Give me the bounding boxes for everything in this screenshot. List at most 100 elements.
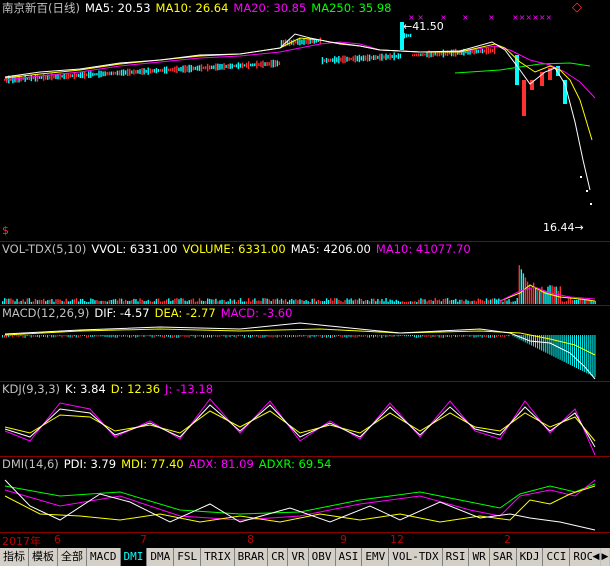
- volume-bar: [10, 298, 12, 304]
- tab-rsi[interactable]: RSI: [442, 548, 470, 566]
- candle: [358, 54, 361, 63]
- candle: [280, 40, 283, 47]
- volume-bar: [221, 299, 223, 304]
- candle: [356, 55, 358, 62]
- macd-bar: [274, 335, 276, 337]
- tab-trix[interactable]: TRIX: [201, 548, 235, 566]
- tab-cr[interactable]: CR: [268, 548, 289, 566]
- tab-emv[interactable]: EMV: [362, 548, 390, 566]
- candle: [424, 53, 426, 56]
- macd-bar: [366, 335, 368, 338]
- volume-bar: [360, 298, 363, 304]
- tab-sar[interactable]: SAR: [489, 548, 517, 566]
- candle: [266, 61, 268, 67]
- candle: [377, 55, 379, 59]
- volume-bar: [504, 299, 506, 304]
- tab-kdj[interactable]: KDJ: [516, 548, 544, 566]
- volume-bar: [399, 301, 402, 304]
- tab-template[interactable]: 模板: [29, 548, 58, 566]
- price-panel[interactable]: 南京新百(日线) MA5: 20.53 MA10: 26.64 MA20: 30.85…: [0, 0, 610, 242]
- candle: [112, 71, 115, 75]
- volume-bar: [487, 300, 490, 304]
- tab-dma[interactable]: DMA: [147, 548, 175, 566]
- candle: [385, 53, 387, 61]
- macd-bar: [311, 335, 313, 337]
- candle: [176, 65, 178, 74]
- volume-bar: [200, 300, 203, 304]
- macd-bar: [373, 335, 375, 338]
- ma5-line: [4, 33, 591, 191]
- tab-vol-tdx[interactable]: VOL-TDX: [389, 548, 443, 566]
- volume-bar: [299, 299, 301, 304]
- volume-bar: [45, 301, 47, 304]
- volume-bar: [414, 301, 416, 304]
- candle: [215, 63, 217, 71]
- macd-bar: [463, 335, 465, 337]
- volume-bar: [118, 298, 121, 304]
- macd-bar: [176, 335, 178, 338]
- macd-bar: [416, 335, 418, 338]
- candle: [129, 68, 131, 76]
- macd-bar: [512, 335, 514, 337]
- tab-scroll-right-icon[interactable]: ▶: [601, 548, 609, 566]
- candle: [352, 56, 354, 62]
- volume-bar: [315, 301, 318, 304]
- tab-fsl[interactable]: FSL: [174, 548, 202, 566]
- dmi-panel[interactable]: DMI(14,6) PDI: 3.79 MDI: 77.40 ADX: 81.09 AD…: [0, 456, 610, 533]
- macd-bar: [59, 335, 61, 337]
- volume-bar: [588, 298, 590, 304]
- volume-bar: [430, 299, 432, 304]
- tab-all[interactable]: 全部: [58, 548, 87, 566]
- volume-bar: [254, 298, 256, 304]
- volume-bar: [592, 301, 594, 304]
- volume-bar: [166, 299, 168, 304]
- macd-chart: [2, 322, 596, 380]
- macd-bar: [172, 335, 174, 338]
- volume-bar: [432, 300, 434, 304]
- volume-bar: [235, 301, 238, 304]
- macd-bar: [61, 335, 63, 338]
- volume-panel[interactable]: VOL-TDX(5,10) VVOL: 6331.00 VOLUME: 6331.0…: [0, 241, 610, 306]
- volume-bar: [327, 300, 330, 304]
- tab-macd[interactable]: MACD: [87, 548, 121, 566]
- tab-cci[interactable]: CCI: [543, 548, 571, 566]
- macd-bar: [18, 335, 20, 338]
- candle: [483, 49, 486, 53]
- volume-bar: [471, 301, 473, 304]
- macd-bar: [291, 335, 293, 338]
- volume-bar: [407, 301, 410, 304]
- candle: [344, 55, 346, 64]
- macd-panel[interactable]: MACD(12,26,9) DIF: -4.57 DEA: -2.77 MACD: -…: [0, 305, 610, 382]
- tab-obv[interactable]: OBV: [308, 548, 336, 566]
- candle: [481, 48, 484, 54]
- macd-bar: [496, 335, 498, 338]
- macd-bar: [334, 335, 336, 337]
- macd-bar: [127, 335, 129, 337]
- tab-wr[interactable]: WR: [469, 548, 490, 566]
- tab-vr[interactable]: VR: [288, 548, 309, 566]
- macd-bar: [565, 335, 567, 363]
- candle: [414, 54, 416, 57]
- macd-bar: [440, 335, 442, 338]
- tab-asi[interactable]: ASI: [335, 548, 363, 566]
- tab-scroll-left-icon[interactable]: ◀: [592, 548, 600, 566]
- candle: [368, 54, 371, 62]
- candle: [172, 67, 174, 72]
- kdj-panel[interactable]: KDJ(9,3,3) K: 3.84 D: 12.36 J: -13.18: [0, 381, 610, 457]
- candle: [55, 74, 57, 80]
- macd-bar: [81, 335, 83, 337]
- candle: [420, 53, 422, 57]
- candle: [137, 69, 139, 74]
- candle: [86, 73, 88, 77]
- volume-bar: [508, 299, 510, 304]
- macd-bar: [286, 335, 288, 338]
- macd-bar: [358, 335, 360, 337]
- tab-dmi[interactable]: DMI: [120, 548, 148, 566]
- macd-bar: [403, 335, 405, 337]
- macd-bar: [383, 335, 385, 337]
- volume-bar: [84, 300, 86, 304]
- tab-brar[interactable]: BRAR: [234, 548, 269, 566]
- volume-bar: [145, 300, 147, 304]
- tab-indicator[interactable]: 指标: [0, 548, 29, 566]
- volume-bar: [198, 298, 201, 304]
